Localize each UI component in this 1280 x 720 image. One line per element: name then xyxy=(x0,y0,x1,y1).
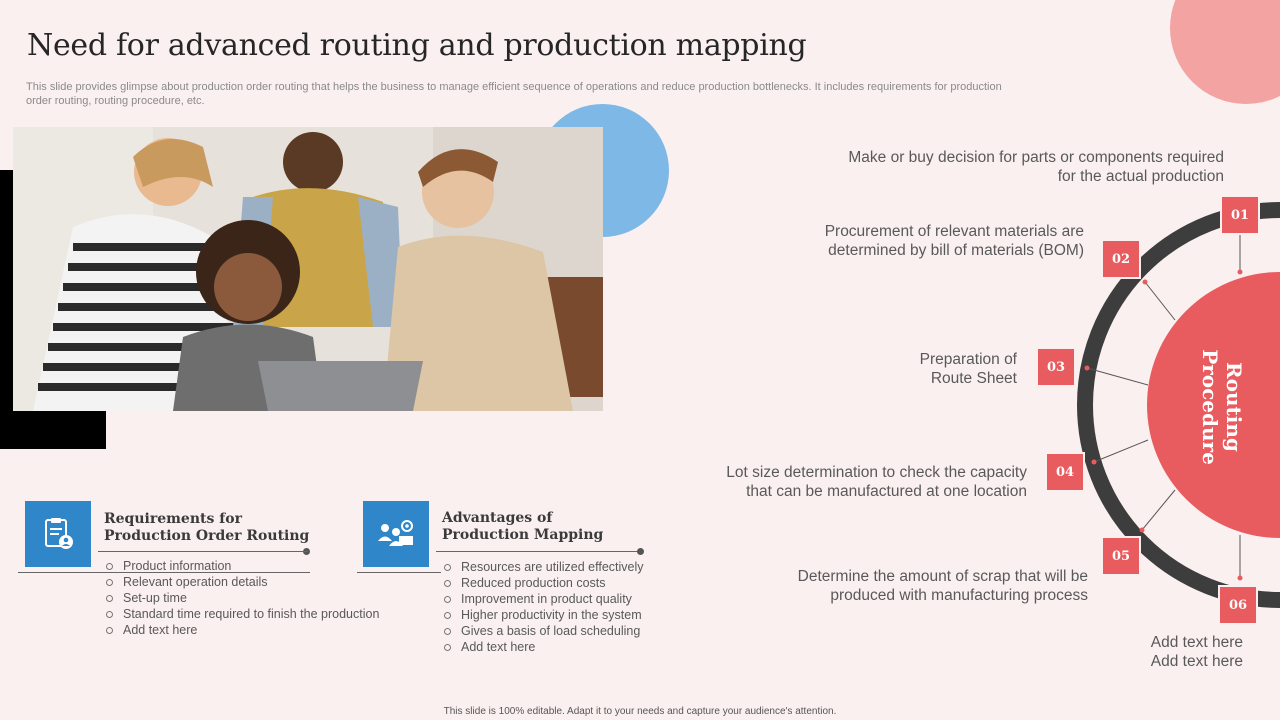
routing-center-label-line1: Routing xyxy=(1222,362,1246,452)
page-subtitle: This slide provides glimpse about produc… xyxy=(26,81,1002,107)
advantages-card-title: Advantages of Production Mapping xyxy=(442,510,603,544)
step-text-05: Determine the amount of scrap that will … xyxy=(798,567,1088,605)
requirements-card-title: Requirements for Production Order Routin… xyxy=(104,511,309,545)
list-item: Relevant operation details xyxy=(104,574,379,590)
list-item: Higher productivity in the system xyxy=(442,607,644,623)
step-badge-04: 04 xyxy=(1047,454,1083,490)
advantages-list: Resources are utilized effectively Reduc… xyxy=(442,559,644,655)
step-text-02-line1: Procurement of relevant materials are xyxy=(824,223,1084,240)
page-title: Need for advanced routing and production… xyxy=(27,28,807,63)
step-badge-02: 02 xyxy=(1103,241,1139,277)
step-text-02-line2: determined by bill of materials (BOM) xyxy=(828,242,1084,259)
step-text-04-line1: Lot size determination to check the capa… xyxy=(726,464,1027,481)
clipboard-user-icon xyxy=(45,518,73,549)
requirements-card-title-line1: Requirements for xyxy=(104,511,242,527)
step-badge-03: 03 xyxy=(1038,349,1074,385)
step-text-06-line1: Add text here xyxy=(1150,634,1243,651)
step-text-03-line2: Route Sheet xyxy=(930,370,1017,387)
list-item: Set-up time xyxy=(104,590,379,606)
advantages-card-title-line2: Production Mapping xyxy=(442,527,604,543)
list-item: Add text here xyxy=(442,639,644,655)
advantages-card-divider xyxy=(357,572,441,573)
step-text-01: Make or buy decision for parts or compon… xyxy=(848,148,1224,186)
advantages-card-divider-dot xyxy=(637,548,644,555)
step-badge-06: 06 xyxy=(1220,587,1256,623)
advantages-card-underline xyxy=(436,551,640,552)
list-item: Standard time required to finish the pro… xyxy=(104,606,379,622)
step-text-05-line1: Determine the amount of scrap that will … xyxy=(797,568,1088,585)
routing-center-label-line2: Procedure xyxy=(1198,349,1222,465)
list-item: Add text here xyxy=(104,622,379,638)
team-photo xyxy=(13,127,603,411)
list-item: Gives a basis of load scheduling xyxy=(442,623,644,639)
step-text-04-line2: that can be manufactured at one location xyxy=(746,483,1027,500)
team-photo-illustration xyxy=(13,127,603,411)
step-badge-01: 01 xyxy=(1222,197,1258,233)
advantages-card-title-line1: Advantages of xyxy=(442,510,553,526)
list-item: Product information xyxy=(104,558,379,574)
requirements-list: Product information Relevant operation d… xyxy=(104,558,379,638)
list-item: Resources are utilized effectively xyxy=(442,559,644,575)
step-text-05-line2: produced with manufacturing process xyxy=(830,587,1088,604)
decorative-pink-circle xyxy=(1170,0,1280,104)
list-item: Reduced production costs xyxy=(442,575,644,591)
step-text-01-line1: Make or buy decision for parts or compon… xyxy=(848,149,1224,166)
requirements-card-icon-box xyxy=(25,501,91,567)
list-item: Improvement in product quality xyxy=(442,591,644,607)
step-badge-05: 05 xyxy=(1103,538,1139,574)
step-text-04: Lot size determination to check the capa… xyxy=(726,463,1027,501)
step-text-06: Add text here Add text here xyxy=(1151,633,1243,671)
requirements-card-title-line2: Production Order Routing xyxy=(104,528,310,544)
advantages-card-icon-box xyxy=(363,501,429,567)
footer-note: This slide is 100% editable. Adapt it to… xyxy=(443,706,837,717)
team-settings-icon xyxy=(378,520,413,546)
step-text-02: Procurement of relevant materials are de… xyxy=(825,222,1084,260)
step-text-03: Preparation of Route Sheet xyxy=(920,350,1017,388)
step-text-06-line2: Add text here xyxy=(1150,653,1243,670)
step-text-03-line1: Preparation of xyxy=(919,351,1017,368)
routing-center-label: Routing Procedure xyxy=(1198,349,1246,465)
requirements-card-underline xyxy=(98,551,308,552)
step-text-01-line2: for the actual production xyxy=(1057,168,1224,185)
